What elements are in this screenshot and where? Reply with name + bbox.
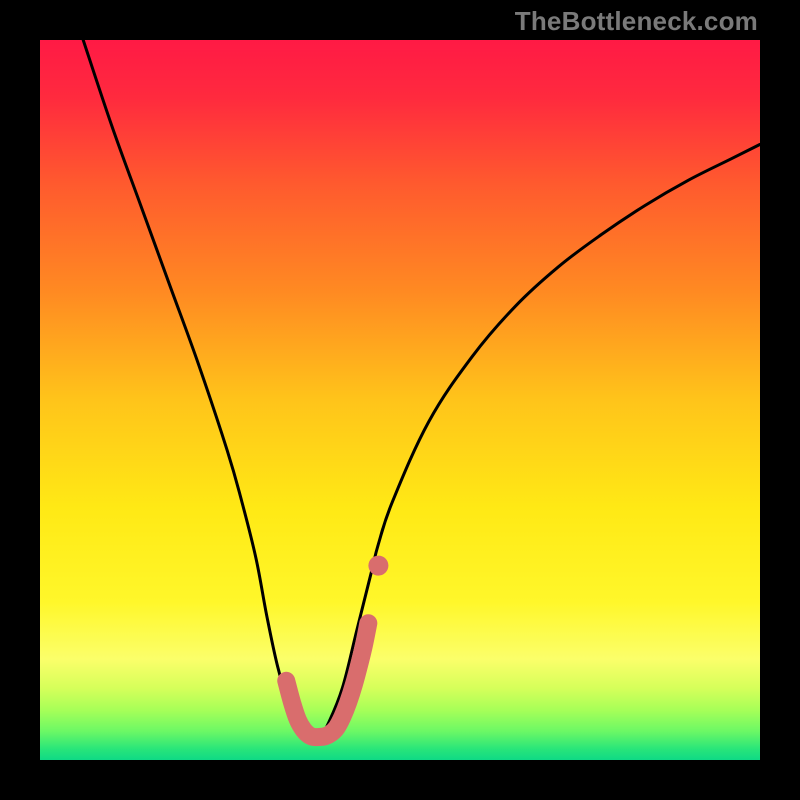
bottleneck-curve: [83, 40, 760, 737]
watermark-text: TheBottleneck.com: [515, 6, 758, 37]
basin-highlight: [286, 623, 368, 737]
basin-dot: [368, 556, 388, 576]
outer-frame: TheBottleneck.com: [0, 0, 800, 800]
plot-area: [40, 40, 760, 760]
curve-layer: [40, 40, 760, 760]
